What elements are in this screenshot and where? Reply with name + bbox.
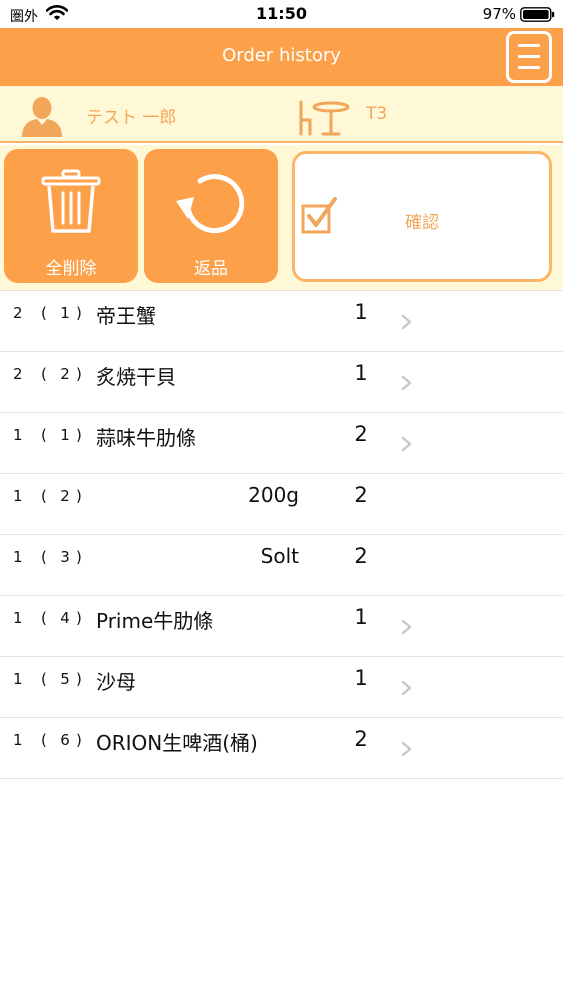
- paren-close: ): [76, 609, 82, 627]
- item-quantity: 2: [354, 727, 368, 751]
- action-bar: 全削除 返品 確認: [0, 145, 563, 291]
- confirm-label: 確認: [405, 213, 439, 233]
- paren-open: (: [41, 365, 47, 383]
- confirm-button[interactable]: 確認: [292, 151, 552, 282]
- order-sequence: 1: [13, 609, 23, 627]
- order-sub-number: 1: [60, 426, 70, 444]
- paren-open: (: [41, 609, 47, 627]
- order-sequence: 2: [13, 304, 23, 322]
- battery-icon: [520, 7, 555, 22]
- return-button[interactable]: 返品: [144, 149, 278, 283]
- delete-all-label: 全削除: [45, 259, 97, 279]
- item-quantity: 1: [354, 605, 368, 629]
- order-row[interactable]: 1 (6) ORION生啤酒(桶) 2: [0, 718, 563, 779]
- paren-close: ): [76, 731, 82, 749]
- item-name: Prime牛肋條: [96, 609, 214, 633]
- return-arrow-icon: [176, 174, 245, 234]
- status-bar: 圏外 11:50 97%: [0, 0, 563, 28]
- user-icon: [22, 97, 62, 137]
- order-row[interactable]: 1 (2) 200g 2: [0, 474, 563, 535]
- order-sequence: 1: [13, 548, 23, 566]
- item-option: 200g: [248, 483, 299, 507]
- paren-close: ): [76, 365, 82, 383]
- chevron-right-icon: [401, 680, 412, 696]
- paren-close: ): [76, 487, 82, 505]
- paren-close: ): [76, 426, 82, 444]
- paren-open: (: [41, 670, 47, 688]
- chevron-right-icon: [401, 314, 412, 330]
- item-quantity: 2: [354, 483, 368, 507]
- order-sub-number: 2: [60, 487, 70, 505]
- paren-open: (: [41, 304, 47, 322]
- item-quantity: 1: [354, 666, 368, 690]
- item-option: Solt: [260, 544, 299, 568]
- order-row[interactable]: 1 (3) Solt 2: [0, 535, 563, 596]
- paren-close: ): [76, 670, 82, 688]
- item-name: 蒜味牛肋條: [96, 426, 196, 450]
- order-row[interactable]: 2 (1) 帝王蟹 1: [0, 291, 563, 352]
- item-name: 帝王蟹: [96, 304, 156, 328]
- info-row: テスト 一郎 T3: [0, 86, 563, 143]
- order-row[interactable]: 1 (5) 沙母 1: [0, 657, 563, 718]
- paren-open: (: [41, 487, 47, 505]
- chevron-right-icon: [401, 619, 412, 635]
- return-label: 返品: [194, 259, 228, 279]
- paren-open: (: [41, 731, 47, 749]
- nav-bar: Order history: [0, 28, 563, 86]
- chevron-right-icon: [401, 741, 412, 757]
- order-sub-number: 5: [60, 670, 70, 688]
- order-sequence: 1: [13, 731, 23, 749]
- paren-open: (: [41, 426, 47, 444]
- order-sub-number: 2: [60, 365, 70, 383]
- order-sub-number: 4: [60, 609, 70, 627]
- item-quantity: 2: [354, 544, 368, 568]
- user-name: テスト 一郎: [86, 108, 177, 128]
- item-quantity: 1: [354, 361, 368, 385]
- chevron-right-icon: [401, 436, 412, 452]
- order-row[interactable]: 1 (4) Prime牛肋條 1: [0, 596, 563, 657]
- page-title: Order history: [222, 45, 341, 66]
- order-sequence: 1: [13, 426, 23, 444]
- order-sub-number: 1: [60, 304, 70, 322]
- item-quantity: 2: [354, 422, 368, 446]
- table-icon: [299, 100, 350, 136]
- order-sub-number: 6: [60, 731, 70, 749]
- item-name: 炙焼干貝: [96, 365, 176, 389]
- trash-icon: [41, 169, 101, 233]
- order-sequence: 1: [13, 487, 23, 505]
- order-sequence: 1: [13, 670, 23, 688]
- clock: 11:50: [256, 4, 307, 23]
- paren-close: ): [76, 548, 82, 566]
- table-number: T3: [366, 104, 388, 124]
- chevron-right-icon: [401, 375, 412, 391]
- order-row[interactable]: 2 (2) 炙焼干貝 1: [0, 352, 563, 413]
- order-row[interactable]: 1 (1) 蒜味牛肋條 2: [0, 413, 563, 474]
- order-sub-number: 3: [60, 548, 70, 566]
- paren-open: (: [41, 548, 47, 566]
- paren-close: ): [76, 304, 82, 322]
- item-quantity: 1: [354, 300, 368, 324]
- battery-percentage: 97%: [482, 5, 516, 23]
- item-name: 沙母: [96, 670, 136, 694]
- order-sequence: 2: [13, 365, 23, 383]
- delete-all-button[interactable]: 全削除: [4, 149, 138, 283]
- item-name: ORION生啤酒(桶): [96, 731, 258, 755]
- order-list: 2 (1) 帝王蟹 1 2 (2) 炙焼干貝 1 1 (1) 蒜味牛肋條 2 1 (2) 200g 2 1 (3)…: [0, 291, 563, 779]
- menu-button[interactable]: [506, 31, 552, 83]
